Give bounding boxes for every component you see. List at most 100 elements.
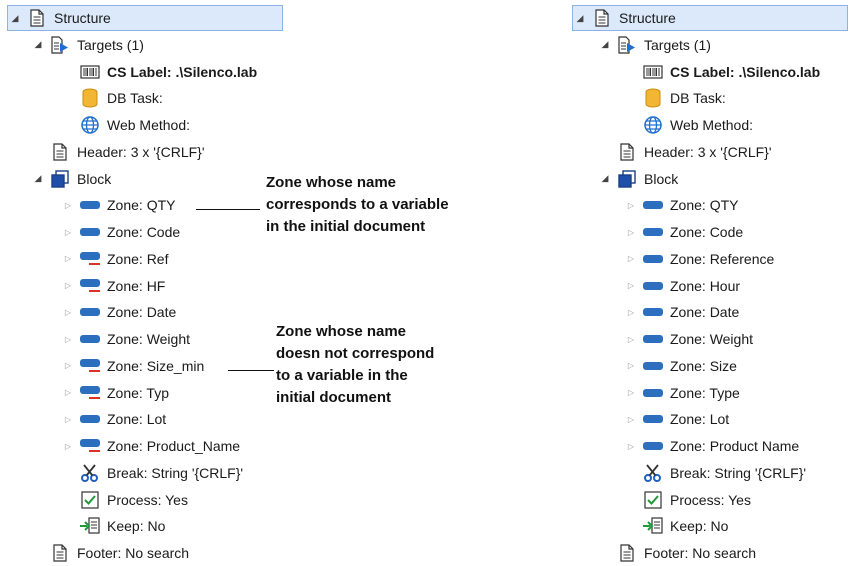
zone-icon [642,383,664,403]
tree-node[interactable]: CS Label: .\Silenco.lab [624,59,820,85]
collapse-arrow-icon[interactable]: ▷ [624,335,638,344]
expand-arrow-icon[interactable]: ◢ [598,39,612,50]
tree-node[interactable]: Keep: No [624,513,728,539]
tree-node[interactable]: DB Task: [61,85,163,111]
tree-node[interactable]: ◢ Block [598,166,678,192]
tree-node-label: Zone: Code [670,224,744,240]
tree-node[interactable]: ▷ Zone: Date [61,299,176,325]
expand-arrow-icon[interactable]: ◢ [31,39,45,50]
tree-node-label: Zone: Code [107,224,181,240]
tree-node[interactable]: Break: String '{CRLF}' [61,460,243,486]
tree-node[interactable]: ▷ Zone: Date [624,299,739,325]
tree-node[interactable]: Footer: No search [598,540,756,566]
collapse-arrow-icon[interactable]: ▷ [61,361,75,370]
tree-node-selected[interactable]: ◢ Structure [7,5,283,31]
tree-node[interactable]: ▷ Zone: Lot [61,406,166,432]
tree-node[interactable]: ▷ Zone: QTY [624,192,739,218]
tree-node[interactable]: Process: Yes [61,487,188,513]
tree-node[interactable]: Header: 3 x '{CRLF}' [31,139,205,165]
tree-node[interactable]: ◢ Block [31,166,111,192]
tree-node-label: Footer: No search [77,545,190,561]
tree-node[interactable]: ▷ Zone: Type [624,380,740,406]
tree-node[interactable]: ▷ Zone: Code [624,219,743,245]
document-icon [49,142,71,162]
tree-node[interactable]: ▷ Zone: Code [61,219,180,245]
tree-node-label: Zone: Size [670,357,737,374]
collapse-arrow-icon[interactable]: ▷ [61,254,75,263]
collapse-arrow-icon[interactable]: ▷ [624,281,638,290]
tree-node-label: Zone: QTY [670,197,739,214]
tree-node-label: Zone: Weight [107,331,191,347]
document-icon [616,142,638,162]
tree-node[interactable]: ▷ Zone: HF [61,273,165,299]
tree-node[interactable]: Web Method: [61,112,190,138]
collapse-arrow-icon[interactable]: ▷ [61,308,75,317]
tree-node[interactable]: ▷ Zone: Product Name [624,433,799,459]
tree-node[interactable]: ▷ Zone: Hour [624,273,740,299]
annotation-unmatched-zone: Zone whose name doesn not correspond to … [276,321,434,409]
collapse-arrow-icon[interactable]: ▷ [61,415,75,424]
tree-node[interactable]: Break: String '{CRLF}' [624,460,806,486]
expand-arrow-icon[interactable]: ◢ [8,13,22,24]
zone-icon [642,195,664,215]
annotation-line: initial document [276,389,392,406]
tree-node[interactable]: ▷ Zone: Product_Name [61,433,240,459]
tree-node[interactable]: ▷ Zone: Size_min [61,353,204,379]
tree-node[interactable]: Footer: No search [31,540,189,566]
tree-node-label: Structure [54,10,111,26]
tree-node-label: Web Method: [107,117,191,133]
zone-unmatched-icon [79,356,101,376]
collapse-arrow-icon[interactable]: ▷ [61,442,75,451]
collapse-arrow-icon[interactable]: ▷ [624,442,638,451]
zone-icon [79,195,101,215]
expand-arrow-icon[interactable]: ◢ [31,173,45,184]
expand-arrow-icon[interactable]: ◢ [598,173,612,184]
zone-icon [642,302,664,322]
tree-node[interactable]: Process: Yes [624,487,751,513]
keep-icon [642,516,664,536]
tree-node-label: Zone: Weight [670,331,754,347]
tree-node-label: Block [644,170,679,187]
tree-node[interactable]: Web Method: [624,112,753,138]
tree-node[interactable]: DB Task: [624,85,726,111]
tree-node[interactable]: ▷ Zone: Size [624,353,737,379]
tree-node[interactable]: Keep: No [61,513,165,539]
document-icon [616,543,638,563]
collapse-arrow-icon[interactable]: ▷ [61,228,75,237]
tree-node-label: Structure [619,10,676,26]
collapse-arrow-icon[interactable]: ▷ [624,254,638,263]
tree-node[interactable]: ▷ Zone: Lot [624,406,729,432]
collapse-arrow-icon[interactable]: ▷ [624,388,638,397]
tree-node-label: Zone: Date [670,304,740,321]
collapse-arrow-icon[interactable]: ▷ [61,201,75,210]
tree-node[interactable]: ▷ Zone: Reference [624,246,774,272]
tree-node-label: Targets (1) [644,36,711,53]
tree-node-label: Process: Yes [670,491,751,508]
checkbox-icon [642,490,664,510]
zone-icon [642,356,664,376]
collapse-arrow-icon[interactable]: ▷ [61,388,75,397]
zone-icon [642,249,664,269]
collapse-arrow-icon[interactable]: ▷ [624,308,638,317]
expand-arrow-icon[interactable]: ◢ [573,13,587,24]
tree-node[interactable]: ▷ Zone: Weight [624,326,753,352]
globe-icon [642,115,664,135]
tree-node[interactable]: ◢ Targets (1) [31,32,144,58]
collapse-arrow-icon[interactable]: ▷ [61,335,75,344]
tree-node[interactable]: ◢ Targets (1) [598,32,711,58]
annotation-line: in the initial document [266,218,426,235]
tree-node[interactable]: ▷ Zone: Ref [61,246,169,272]
collapse-arrow-icon[interactable]: ▷ [624,201,638,210]
collapse-arrow-icon[interactable]: ▷ [624,361,638,370]
tree-node[interactable]: Header: 3 x '{CRLF}' [598,139,772,165]
tree-node[interactable]: ▷ Zone: QTY [61,192,176,218]
collapse-arrow-icon[interactable]: ▷ [624,415,638,424]
tree-node[interactable]: ▷ Zone: Typ [61,380,169,406]
tree-node-label: Keep: No [670,518,729,535]
collapse-arrow-icon[interactable]: ▷ [61,281,75,290]
tree-node[interactable]: CS Label: .\Silenco.lab [61,59,257,85]
tree-node[interactable]: ▷ Zone: Weight [61,326,190,352]
collapse-arrow-icon[interactable]: ▷ [624,228,638,237]
tree-node-selected[interactable]: ◢ Structure [572,5,848,31]
annotation-line: Zone whose name [276,323,407,340]
